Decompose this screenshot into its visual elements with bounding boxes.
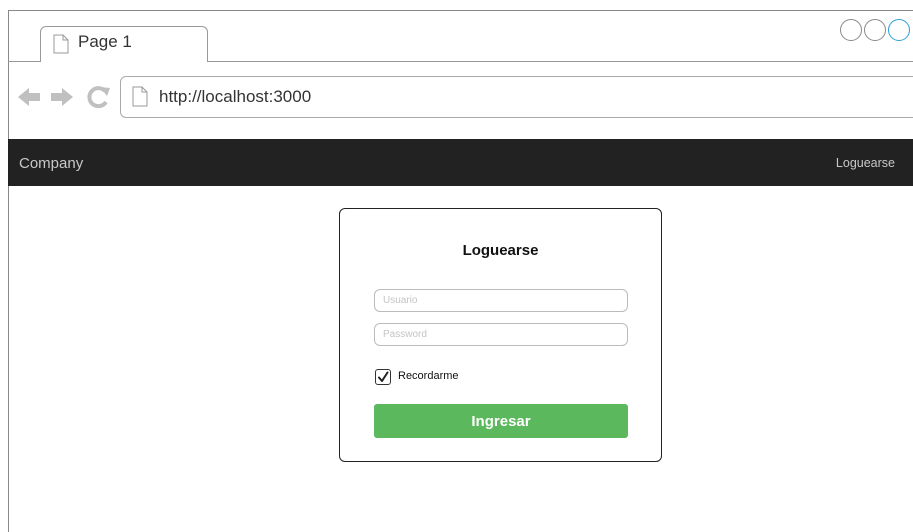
password-input[interactable] — [374, 323, 628, 346]
checkmark-icon — [378, 371, 389, 382]
tab-title: Page 1 — [78, 32, 132, 51]
login-nav-link[interactable]: Loguearse — [836, 156, 895, 170]
submit-button[interactable]: Ingresar — [374, 404, 628, 438]
window-control-icon[interactable] — [840, 19, 862, 41]
remember-checkbox[interactable] — [375, 369, 391, 385]
navbar: Company Loguearse — [8, 139, 913, 186]
window-control-icon[interactable] — [864, 19, 886, 41]
login-title: Loguearse — [462, 242, 539, 259]
document-icon — [132, 86, 148, 112]
navbar-brand[interactable]: Company — [19, 155, 83, 172]
url-text: http://localhost:3000 — [159, 87, 312, 106]
back-arrow-icon[interactable] — [17, 86, 41, 113]
login-card: Loguearse Recordarme Ingresar — [339, 208, 662, 462]
window-control-icon[interactable] — [888, 19, 910, 41]
refresh-icon[interactable] — [86, 85, 112, 114]
username-input[interactable] — [374, 289, 628, 312]
browser-tab[interactable]: Page 1 — [40, 26, 208, 62]
remember-label: Recordarme — [398, 370, 459, 382]
url-bar[interactable]: http://localhost:3000 — [120, 76, 913, 118]
document-icon — [53, 34, 69, 59]
forward-arrow-icon[interactable] — [50, 86, 74, 113]
